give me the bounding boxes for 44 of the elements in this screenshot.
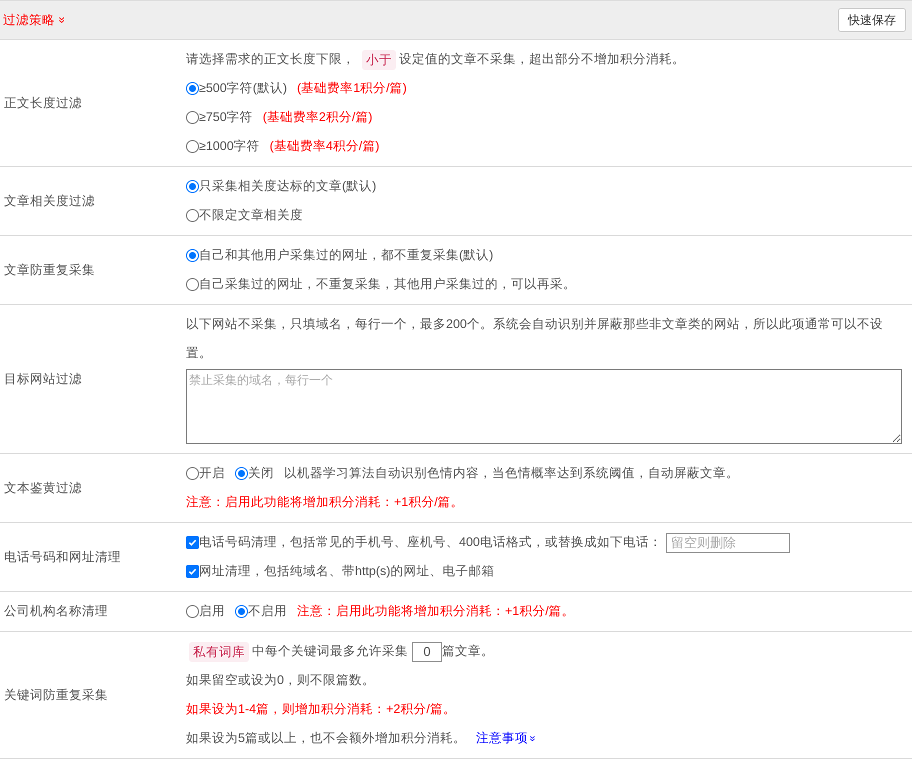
description-text: 设定值的文章不采集，超出部分不增加积分消耗。 bbox=[399, 51, 685, 68]
radio-option[interactable]: ≥1000字符 bbox=[186, 132, 260, 161]
radio-option[interactable]: 关闭 bbox=[235, 459, 274, 488]
field-label: 电话号码和网址清理 bbox=[4, 550, 121, 564]
highlight-tag: 小于 bbox=[362, 50, 396, 70]
field-label: 目标网站过滤 bbox=[4, 372, 82, 386]
field-label: 正文长度过滤 bbox=[4, 96, 82, 110]
radio-option[interactable]: 只采集相关度达标的文章(默认) bbox=[186, 172, 376, 201]
count-input-field[interactable]: 0 bbox=[412, 642, 442, 662]
description-text: 如果留空或设为0，则不限篇数。 bbox=[186, 672, 375, 689]
radio-option[interactable]: 启用 bbox=[186, 597, 225, 626]
check-icon bbox=[188, 538, 197, 547]
notes-link[interactable]: 注意事项 » bbox=[476, 724, 536, 753]
checkbox-option[interactable]: 网址清理，包括纯域名、带http(s)的网址、电子邮箱 bbox=[186, 557, 494, 586]
radio-option[interactable]: ≥500字符(默认) bbox=[186, 74, 288, 103]
radio-option[interactable]: ≥750字符 bbox=[186, 103, 253, 132]
description-text: 中每个关键词最多允许采集 bbox=[252, 643, 408, 660]
field-label: 关键词防重复采集 bbox=[4, 688, 108, 702]
quick-save-button[interactable]: 快速保存 bbox=[838, 8, 906, 32]
cost-note: (基础费率4积分/篇) bbox=[270, 138, 380, 155]
field-label: 公司机构名称清理 bbox=[4, 604, 108, 618]
checkbox-option[interactable]: 电话号码清理，包括常见的手机号、座机号、400电话格式，或替换成如下电话： bbox=[186, 528, 662, 557]
field-label: 文本鉴黄过滤 bbox=[4, 480, 82, 495]
cost-note: 注意：启用此功能将增加积分消耗：+1积分/篇。 bbox=[297, 603, 575, 620]
description-text: 以机器学习算法自动识别色情内容，当色情概率达到系统阈值，自动屏蔽文章。 bbox=[284, 465, 739, 482]
description-text: 篇文章。 bbox=[442, 643, 494, 660]
radio-option[interactable]: 不启用 bbox=[235, 597, 287, 626]
check-icon bbox=[188, 567, 197, 576]
radio-option[interactable]: 开启 bbox=[186, 459, 225, 488]
description-text: 请选择需求的正文长度下限， bbox=[186, 51, 355, 68]
cost-note: (基础费率1积分/篇) bbox=[297, 80, 407, 97]
field-label: 文章防重复采集 bbox=[4, 262, 95, 277]
cost-note: 注意：启用此功能将增加积分消耗：+1积分/篇。 bbox=[186, 494, 464, 511]
radio-option[interactable]: 自己和其他用户采集过的网址，都不重复采集(默认) bbox=[186, 241, 494, 270]
description-text: 以下网站不采集，只填域名，每行一个，最多200个。系统会自动识别并屏蔽那些非文章类的网站，所以此项通常可以不设置。 bbox=[186, 316, 884, 362]
phone-input-field[interactable]: 留空则删除 bbox=[666, 532, 790, 552]
description-text: 如果设为5篇或以上，也不会额外增加积分消耗。 bbox=[186, 730, 466, 747]
radio-option[interactable]: 不限定文章相关度 bbox=[186, 201, 303, 230]
radio-option[interactable]: 自己采集过的网址，不重复采集，其他用户采集过的，可以再采。 bbox=[186, 270, 576, 299]
field-label: 文章相关度过滤 bbox=[4, 194, 95, 208]
cost-note: (基础费率2积分/篇) bbox=[262, 109, 372, 126]
highlight-tag: 私有词库 bbox=[189, 642, 249, 662]
cost-note: 如果设为1-4篇，则增加积分消耗：+2积分/篇。 bbox=[186, 701, 456, 718]
domain-textarea[interactable]: 禁止采集的域名，每行一个 bbox=[186, 369, 902, 444]
